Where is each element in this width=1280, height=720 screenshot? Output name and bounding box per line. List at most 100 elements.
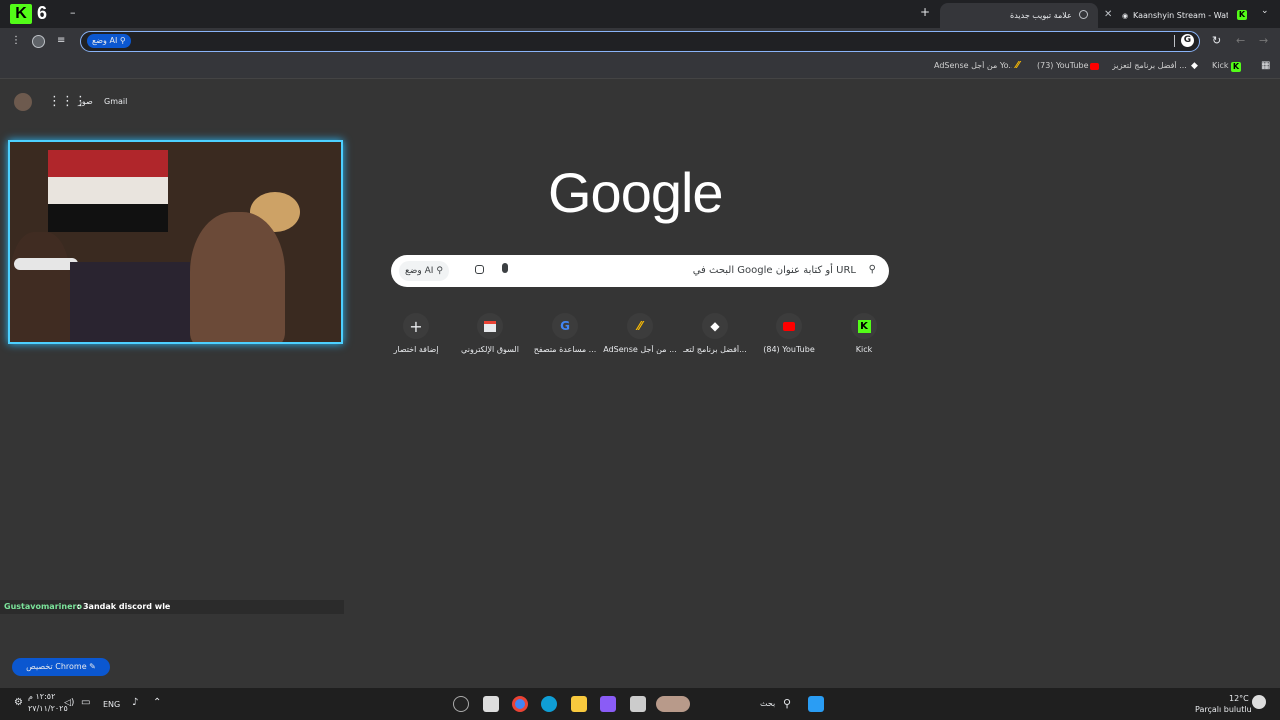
divider bbox=[1174, 35, 1175, 47]
customize-chrome-button[interactable]: تخصيص Chrome ✎ bbox=[12, 658, 110, 676]
channel-number: 6 bbox=[37, 3, 48, 23]
kick-icon: K bbox=[851, 313, 877, 339]
diamond-icon: ◆ bbox=[1191, 61, 1198, 71]
obs-icon[interactable] bbox=[453, 696, 469, 712]
plus-icon: + bbox=[403, 313, 429, 339]
flag bbox=[48, 150, 168, 232]
chat-username: Gustavomarinero bbox=[4, 602, 82, 611]
shortcut-add[interactable]: + إضافة اختصار bbox=[378, 313, 454, 354]
reload-icon[interactable]: ↻ bbox=[1212, 34, 1221, 47]
shortcut-label: السوق الإلكتروني bbox=[461, 345, 519, 354]
apps-icon[interactable]: ▦ bbox=[1261, 60, 1270, 71]
shortcut-kick[interactable]: K Kick bbox=[826, 313, 902, 354]
windows-start-icon[interactable] bbox=[808, 696, 824, 712]
clock-date[interactable]: ٢٧/١١/٢٠٢٥ bbox=[28, 704, 68, 713]
bookmark-kick[interactable]: Kick bbox=[1212, 61, 1229, 70]
store-icon[interactable] bbox=[483, 696, 499, 712]
weather-icon[interactable] bbox=[1252, 695, 1266, 709]
person bbox=[190, 212, 285, 342]
chrome-icon[interactable] bbox=[512, 696, 528, 712]
images-link[interactable]: صور bbox=[78, 97, 93, 106]
stream-icon: ◉ bbox=[1122, 12, 1129, 20]
minimize-icon[interactable]: – bbox=[70, 6, 76, 19]
search-sparkle-icon: ⚲ bbox=[436, 266, 443, 276]
ai-mode-label: وضع AI bbox=[405, 266, 434, 276]
language-indicator[interactable]: ENG bbox=[103, 700, 120, 709]
close-icon[interactable]: ✕ bbox=[1104, 9, 1112, 20]
headphones bbox=[14, 258, 78, 270]
youtube-icon bbox=[1090, 63, 1099, 70]
shortcut-program[interactable]: ◆ أفضل برنامج لتعـ... bbox=[677, 313, 753, 354]
search-input[interactable]: البحث في Google أو كتابة عنوان URL bbox=[693, 265, 856, 276]
shortcut-label: مساعدة متصفح ... bbox=[533, 345, 597, 354]
person bbox=[10, 232, 70, 342]
store-icon bbox=[477, 313, 503, 339]
tab-title: علامة تبويب جديدة bbox=[1010, 11, 1072, 20]
bookmark-program[interactable]: أفضل برنامج لتعزيز ... bbox=[1112, 61, 1187, 70]
folder-icon[interactable] bbox=[571, 696, 587, 712]
settings-icon[interactable]: ⚙ bbox=[14, 697, 23, 708]
account-avatar[interactable] bbox=[14, 93, 32, 111]
chat-message: : 3andak discord wle bbox=[77, 602, 171, 611]
mic-icon[interactable] bbox=[502, 263, 508, 273]
kick-icon: K bbox=[1237, 10, 1247, 20]
forward-icon[interactable]: → bbox=[1259, 34, 1268, 47]
tune-icon[interactable]: ≡ bbox=[57, 35, 65, 46]
shortcut-adsense[interactable]: ⁄⁄ AdSense من أجل ... bbox=[602, 313, 678, 354]
tab-new-tab[interactable]: علامة تبويب جديدة bbox=[940, 3, 1098, 28]
tab-kick-stream[interactable]: ✕ ◉ Kaanshyin Stream - Watch L K bbox=[1100, 3, 1250, 28]
task-view-icon[interactable] bbox=[630, 696, 646, 712]
shortcut-label: (84) YouTube bbox=[763, 345, 815, 354]
search-widget-image bbox=[656, 696, 690, 712]
search-box[interactable]: ⚲ البحث في Google أو كتابة عنوان URL وضع… bbox=[391, 255, 889, 287]
more-menu-icon[interactable]: ⋮ bbox=[11, 35, 21, 46]
edge-icon[interactable] bbox=[541, 696, 557, 712]
ai-mode-label: وضع AI bbox=[92, 36, 118, 45]
lens-icon[interactable] bbox=[475, 265, 484, 274]
shortcut-label: AdSense من أجل ... bbox=[603, 345, 677, 354]
stream-chat-line: Gustavomarinero : 3andak discord wle bbox=[0, 600, 344, 614]
pencil-icon: ✎ bbox=[89, 662, 96, 671]
customize-label: تخصيص Chrome bbox=[26, 662, 87, 671]
shortcut-browser-help[interactable]: G مساعدة متصفح ... bbox=[527, 313, 603, 354]
mic-icon[interactable]: ♪ bbox=[132, 697, 138, 708]
bookmark-adsense[interactable]: AdSense من أجل Yo... bbox=[934, 61, 1012, 70]
chevron-up-icon[interactable]: ⌃ bbox=[153, 697, 161, 708]
weather-temp[interactable]: 12°C bbox=[1229, 694, 1249, 703]
address-bar[interactable]: وضع AI ⚲ G bbox=[80, 31, 1200, 52]
taskbar-search-label[interactable]: بحث bbox=[760, 699, 775, 708]
chevron-down-icon[interactable]: ⌄ bbox=[1261, 6, 1269, 16]
search-icon: ⚲ bbox=[868, 264, 876, 275]
diamond-icon: ◆ bbox=[702, 313, 728, 339]
couch bbox=[70, 262, 190, 342]
google-g-icon[interactable]: G bbox=[1181, 34, 1194, 47]
tab-title: Kaanshyin Stream - Watch L bbox=[1133, 11, 1228, 20]
weather-desc[interactable]: Parçalı bulutlu bbox=[1195, 705, 1252, 714]
shortcut-youtube[interactable]: (84) YouTube bbox=[751, 313, 827, 354]
tab-strip: K 6 – + ✕ علامة تبويب جديدة ✕ ◉ Kaanshyi… bbox=[0, 0, 1280, 28]
ai-mode-button[interactable]: وضع AI ⚲ bbox=[399, 261, 449, 281]
google-logo: Google bbox=[548, 161, 724, 224]
adsense-icon: ⁄⁄ bbox=[627, 313, 653, 339]
shortcut-store[interactable]: السوق الإلكتروني bbox=[452, 313, 528, 354]
bookmark-youtube[interactable]: (73) YouTube bbox=[1037, 61, 1089, 70]
new-tab-button[interactable]: + bbox=[920, 5, 930, 19]
google-g-icon: G bbox=[552, 313, 578, 339]
copilot-icon[interactable] bbox=[600, 696, 616, 712]
ai-mode-pill[interactable]: وضع AI ⚲ bbox=[87, 34, 131, 48]
kick-icon: K bbox=[1231, 62, 1241, 72]
chrome-icon bbox=[1079, 10, 1088, 19]
gmail-link[interactable]: Gmail bbox=[104, 97, 127, 106]
profile-icon[interactable] bbox=[32, 35, 45, 48]
network-icon[interactable]: ▭ bbox=[81, 697, 90, 708]
webcam-overlay bbox=[8, 140, 343, 344]
back-icon[interactable]: ← bbox=[1236, 34, 1245, 47]
search-icon: ⚲ bbox=[119, 36, 126, 45]
adsense-icon: ⁄⁄ bbox=[1016, 60, 1020, 71]
speaker-icon[interactable]: ◁) bbox=[64, 698, 74, 708]
shortcut-label: Kick bbox=[855, 345, 873, 354]
shortcut-label: إضافة اختصار bbox=[393, 345, 439, 354]
shortcut-label: أفضل برنامج لتعـ... bbox=[683, 345, 747, 354]
search-icon[interactable]: ⚲ bbox=[783, 697, 791, 710]
clock-time[interactable]: ١٢:٥٢ م bbox=[28, 692, 55, 701]
